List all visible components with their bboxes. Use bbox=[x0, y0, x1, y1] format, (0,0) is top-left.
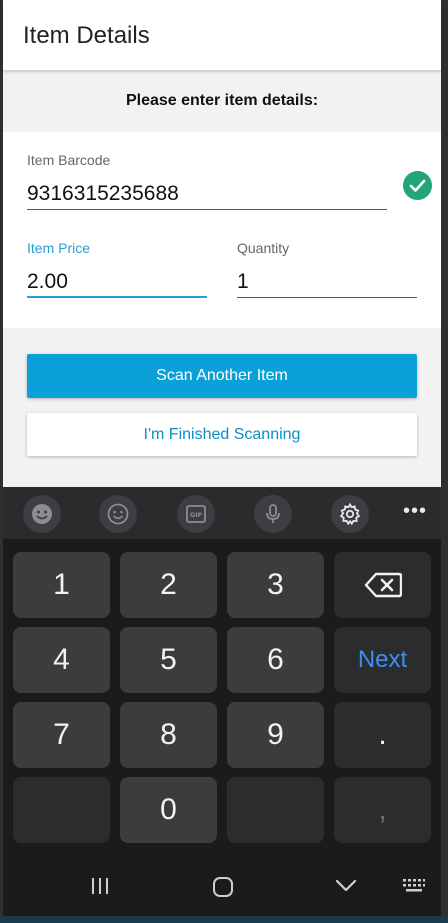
price-underline bbox=[27, 296, 207, 298]
decimal-key[interactable]: . bbox=[334, 702, 431, 768]
finished-scanning-button[interactable]: I'm Finished Scanning bbox=[27, 413, 417, 456]
scan-another-button[interactable]: Scan Another Item bbox=[27, 354, 417, 398]
settings-gear-icon[interactable] bbox=[331, 495, 369, 533]
keyboard-icon[interactable] bbox=[401, 876, 427, 896]
key-1[interactable]: 1 bbox=[13, 552, 110, 618]
blank-key bbox=[227, 777, 324, 843]
comma-key[interactable]: , bbox=[334, 777, 431, 843]
emoji-face-icon[interactable] bbox=[23, 495, 61, 533]
price-label: Item Price bbox=[27, 240, 91, 256]
backspace-icon bbox=[364, 572, 402, 598]
quantity-field[interactable]: 1 bbox=[237, 270, 249, 294]
key-2[interactable]: 2 bbox=[120, 552, 217, 618]
gif-icon[interactable]: GIF bbox=[177, 495, 215, 533]
home-icon[interactable] bbox=[212, 876, 234, 898]
more-icon[interactable]: ••• bbox=[400, 501, 430, 525]
key-9[interactable]: 9 bbox=[227, 702, 324, 768]
key-8[interactable]: 8 bbox=[120, 702, 217, 768]
phone-screen: Item Details Please enter item details: … bbox=[0, 0, 448, 923]
back-icon[interactable] bbox=[334, 876, 358, 896]
keyboard-toolbar: GIF ••• bbox=[3, 487, 441, 539]
key-6[interactable]: 6 bbox=[227, 627, 324, 693]
barcode-field[interactable]: 9316315235688 bbox=[27, 182, 179, 206]
backspace-key[interactable] bbox=[334, 552, 431, 618]
smiley-icon[interactable] bbox=[99, 495, 137, 533]
key-7[interactable]: 7 bbox=[13, 702, 110, 768]
key-5[interactable]: 5 bbox=[120, 627, 217, 693]
bottom-edge bbox=[0, 916, 448, 923]
quantity-underline bbox=[237, 297, 417, 298]
barcode-underline bbox=[27, 209, 387, 210]
check-circle-icon bbox=[403, 171, 432, 200]
system-nav-bar bbox=[3, 856, 441, 916]
recent-apps-icon[interactable] bbox=[89, 876, 111, 896]
microphone-icon[interactable] bbox=[254, 495, 292, 533]
price-field[interactable]: 2.00 bbox=[27, 270, 68, 294]
app-content: Item Details Please enter item details: … bbox=[3, 0, 441, 487]
quantity-label: Quantity bbox=[237, 240, 290, 256]
page-title: Item Details bbox=[23, 22, 150, 49]
app-bar: Item Details bbox=[3, 0, 441, 70]
key-4[interactable]: 4 bbox=[13, 627, 110, 693]
barcode-label: Item Barcode bbox=[27, 152, 111, 168]
numeric-keypad: 1 2 3 4 5 6 Next 7 8 9 . 0 , bbox=[3, 539, 441, 856]
form-prompt: Please enter item details: bbox=[125, 92, 319, 109]
svg-text:GIF: GIF bbox=[190, 511, 202, 519]
next-key[interactable]: Next bbox=[334, 627, 431, 693]
item-form: Item Barcode 9316315235688 Item Price 2.… bbox=[3, 132, 441, 328]
key-3[interactable]: 3 bbox=[227, 552, 324, 618]
key-0[interactable]: 0 bbox=[120, 777, 217, 843]
blank-key bbox=[13, 777, 110, 843]
